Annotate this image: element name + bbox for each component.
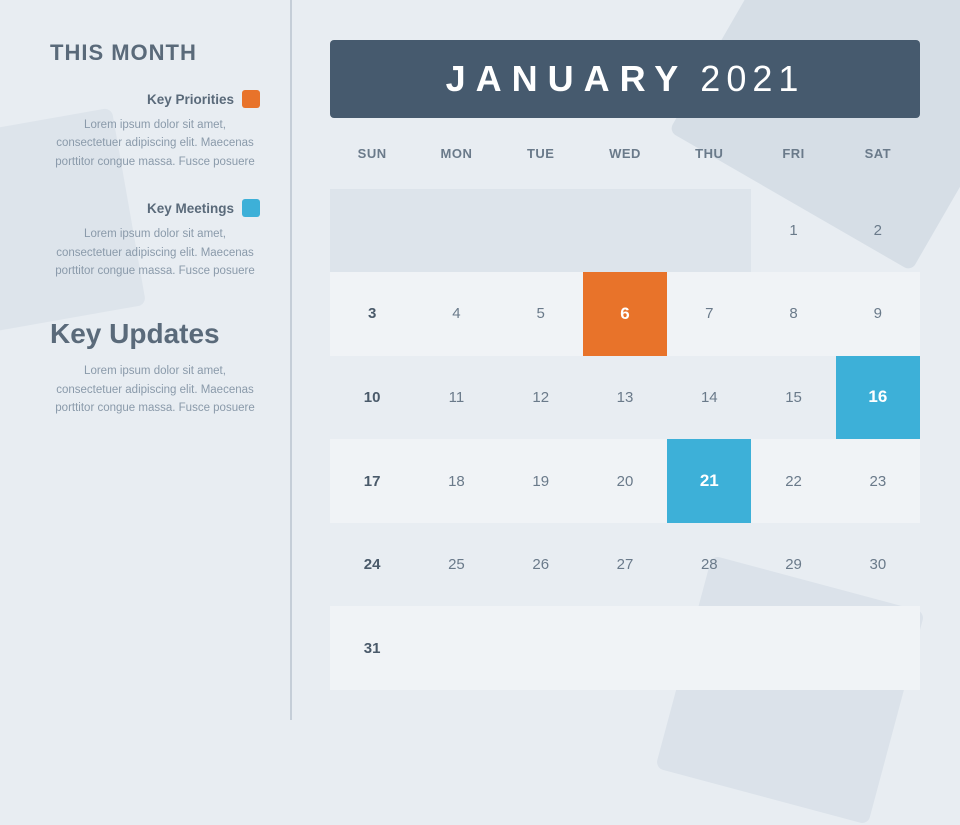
day-cell: 8 [751,272,835,356]
day-cell [499,606,583,690]
day-header-mon: MON [414,138,498,189]
key-priorities-row: Key Priorities [50,90,260,108]
day-cell: 3 [330,272,414,356]
key-priorities-color-box [242,90,260,108]
day-header-wed: WED [583,138,667,189]
day-cell: 15 [751,356,835,440]
day-cell: 19 [499,439,583,523]
day-cell: 9 [836,272,920,356]
day-header-fri: FRI [751,138,835,189]
day-cell: 14 [667,356,751,440]
day-cell: 13 [583,356,667,440]
day-cell: 23 [836,439,920,523]
key-meetings-body: Lorem ipsum dolor sit amet, consectetuer… [50,225,260,280]
day-cell: 12 [499,356,583,440]
key-priorities-label: Key Priorities [147,92,234,107]
key-meetings-label: Key Meetings [147,201,234,216]
page-container: THIS MONTH Key Priorities Lorem ipsum do… [0,0,960,720]
day-cell [414,606,498,690]
day-cell: 16 [836,356,920,440]
day-cell: 2 [836,189,920,273]
day-cell [667,189,751,273]
day-cell: 22 [751,439,835,523]
day-cell: 10 [330,356,414,440]
day-header-sat: SAT [836,138,920,189]
day-cell: 4 [414,272,498,356]
day-cell: 11 [414,356,498,440]
sidebar: THIS MONTH Key Priorities Lorem ipsum do… [0,0,290,720]
day-cell [751,606,835,690]
day-cell: 7 [667,272,751,356]
sidebar-title: THIS MONTH [50,40,260,66]
day-cell: 21 [667,439,751,523]
calendar-section: JANUARY 2021 SUNMONTUEWEDTHUFRISAT123456… [290,0,960,720]
day-cell: 5 [499,272,583,356]
day-cell [414,189,498,273]
day-cell: 30 [836,523,920,607]
key-meetings-row: Key Meetings [50,199,260,217]
day-cell: 29 [751,523,835,607]
day-cell: 17 [330,439,414,523]
sidebar-divider [290,0,292,720]
calendar-month: JANUARY [446,58,689,100]
day-cell: 20 [583,439,667,523]
day-cell [499,189,583,273]
day-header-tue: TUE [499,138,583,189]
day-cell: 26 [499,523,583,607]
day-cell: 24 [330,523,414,607]
day-header-thu: THU [667,138,751,189]
calendar-header: JANUARY 2021 [330,40,920,118]
day-cell: 31 [330,606,414,690]
day-cell [330,189,414,273]
day-cell: 1 [751,189,835,273]
day-cell [583,606,667,690]
day-cell [583,189,667,273]
day-cell: 27 [583,523,667,607]
day-cell: 28 [667,523,751,607]
key-updates-body: Lorem ipsum dolor sit amet, consectetuer… [50,362,260,417]
day-cell: 6 [583,272,667,356]
day-cell [836,606,920,690]
day-cell [667,606,751,690]
calendar-grid: SUNMONTUEWEDTHUFRISAT1234567891011121314… [330,138,920,690]
day-cell: 18 [414,439,498,523]
key-meetings-color-box [242,199,260,217]
key-updates-title: Key Updates [50,318,260,350]
calendar-year: 2021 [700,58,804,100]
day-header-sun: SUN [330,138,414,189]
key-priorities-body: Lorem ipsum dolor sit amet, consectetuer… [50,116,260,171]
day-cell: 25 [414,523,498,607]
